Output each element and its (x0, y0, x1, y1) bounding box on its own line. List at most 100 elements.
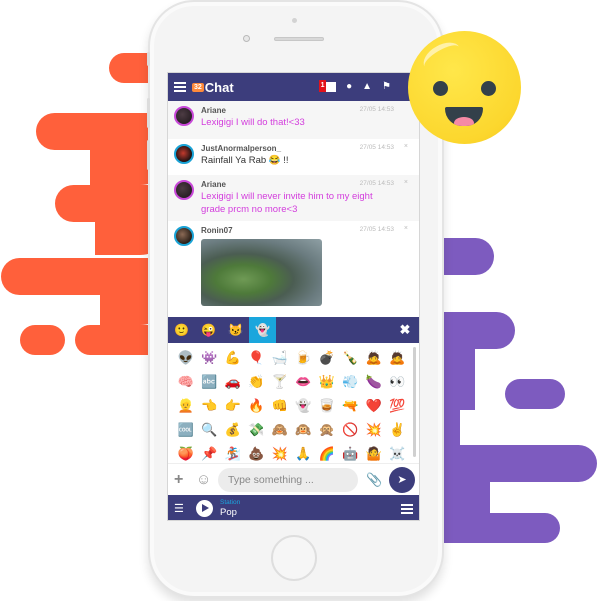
emoji-tab-smileys[interactable]: 🙂 (168, 317, 195, 343)
emoji-item[interactable]: 💰 (221, 419, 245, 441)
emoji-item[interactable]: 🍸 (268, 371, 292, 393)
emoji-item[interactable]: 🎈 (245, 347, 269, 369)
emoji-item[interactable]: 🚫 (339, 419, 363, 441)
emoji-item[interactable]: 💣 (315, 347, 339, 369)
emoji-item[interactable]: 🍺 (292, 347, 316, 369)
user-icon[interactable]: ● (346, 82, 352, 92)
emoji-item[interactable]: 🏂 (221, 443, 245, 465)
emoji-item[interactable]: 🆒 (174, 419, 198, 441)
emoji-item[interactable]: 👻 (292, 395, 316, 417)
purple-blob (505, 379, 565, 409)
top-bar: 32 Chat 1 ● ▲ ⚑ (168, 73, 419, 101)
message-item: Ariane Lexigigi I will do that!<33 27/05… (168, 101, 419, 139)
equalizer-icon[interactable]: ☰ (174, 502, 188, 515)
avatar[interactable] (174, 144, 194, 164)
smiley-face-icon (408, 31, 521, 144)
emoji-item[interactable]: 👊 (268, 395, 292, 417)
side-button (147, 52, 150, 66)
avatar[interactable] (174, 106, 194, 126)
emoji-item[interactable]: 👀 (386, 371, 410, 393)
emoji-item[interactable]: 💨 (339, 371, 363, 393)
emoji-item[interactable]: 👾 (198, 347, 222, 369)
emoji-item[interactable]: 🙇 (362, 347, 386, 369)
emoji-item[interactable]: 👈 (198, 395, 222, 417)
attach-icon[interactable]: 📎 (366, 472, 382, 488)
emoji-item[interactable]: 🍾 (339, 347, 363, 369)
emoji-item[interactable]: 👽 (174, 347, 198, 369)
emoji-scrollbar[interactable] (413, 347, 416, 457)
message-time: 27/05 14:53 (359, 180, 394, 187)
emoji-item[interactable]: 🚗 (221, 371, 245, 393)
station-name: Pop (220, 507, 237, 518)
menu-icon[interactable] (174, 82, 186, 92)
emoji-item[interactable]: 🍑 (174, 443, 198, 465)
emoji-item[interactable]: 💸 (245, 419, 269, 441)
home-button[interactable] (271, 535, 317, 581)
send-button[interactable]: ➤ (389, 466, 415, 493)
emoji-item[interactable]: 👉 (221, 395, 245, 417)
station-info: Station Pop (220, 499, 240, 518)
delete-message-icon[interactable]: × (404, 179, 408, 186)
emoji-item[interactable]: 🙉 (292, 419, 316, 441)
delete-message-icon[interactable]: × (404, 225, 408, 232)
message-input[interactable] (218, 467, 358, 492)
emoji-item[interactable]: 🙏 (292, 443, 316, 465)
emoji-item[interactable]: 🧠 (174, 371, 198, 393)
emoji-item[interactable]: 💯 (386, 395, 410, 417)
close-emoji-panel-icon[interactable]: ✖ (391, 317, 419, 343)
message-time: 27/05 14:53 (359, 106, 394, 113)
emoji-item[interactable]: 💥 (268, 443, 292, 465)
emoji-item[interactable]: ☠️ (386, 443, 410, 465)
gif-image[interactable] (201, 239, 322, 306)
emoji-item[interactable]: 🙇 (386, 347, 410, 369)
player-menu-icon[interactable] (401, 503, 413, 514)
chat-screen: 32 Chat 1 ● ▲ ⚑ Ariane Lexigigi I will d… (167, 72, 420, 521)
emoji-item[interactable]: 🤷 (362, 443, 386, 465)
emoji-item[interactable]: 🛁 (268, 347, 292, 369)
smiley-tongue (454, 117, 474, 126)
emoji-item[interactable]: 🙊 (315, 419, 339, 441)
message-item: Ariane Lexigigi I will never invite him … (168, 175, 419, 221)
mail-icon[interactable]: 1 (319, 80, 337, 92)
smiley-mouth (445, 107, 483, 126)
emoji-item[interactable]: 🙈 (268, 419, 292, 441)
emoji-item[interactable]: 👏 (245, 371, 269, 393)
emoji-button-icon[interactable]: ☺ (196, 471, 212, 488)
avatar[interactable] (174, 226, 194, 246)
emoji-item[interactable]: 🔥 (245, 395, 269, 417)
emoji-item[interactable]: 👱 (174, 395, 198, 417)
emoji-item[interactable]: 👄 (292, 371, 316, 393)
emoji-item[interactable]: 👑 (315, 371, 339, 393)
composer: + ☺ 📎 ➤ (168, 463, 419, 495)
proximity-sensor (292, 18, 297, 23)
emoji-item[interactable]: 💪 (221, 347, 245, 369)
emoji-item[interactable]: 🔤 (198, 371, 222, 393)
emoji-tab-misc[interactable]: 👻 (249, 317, 276, 343)
emoji-item[interactable]: 🔫 (339, 395, 363, 417)
app-title: Chat (204, 79, 234, 95)
emoji-item[interactable]: ❤️ (362, 395, 386, 417)
emoji-item[interactable]: 💩 (245, 443, 269, 465)
emoji-item[interactable]: 🍆 (362, 371, 386, 393)
emoji-tab-cats[interactable]: 😼 (222, 317, 249, 343)
emoji-item[interactable]: ✌️ (386, 419, 410, 441)
delete-message-icon[interactable]: × (404, 143, 408, 150)
emoji-item[interactable]: 🥃 (315, 395, 339, 417)
side-button (147, 98, 150, 128)
flag-icon[interactable]: ⚑ (382, 82, 391, 92)
emoji-item[interactable]: 🤖 (339, 443, 363, 465)
emoji-item[interactable]: 📌 (198, 443, 222, 465)
play-button[interactable] (196, 500, 213, 517)
add-icon[interactable]: + (174, 471, 190, 489)
emoji-item[interactable]: 🔍 (198, 419, 222, 441)
app-logo[interactable]: 32 Chat (192, 80, 234, 95)
send-icon: ➤ (397, 474, 407, 486)
message-text: Lexigigi I will never invite him to my e… (201, 191, 373, 215)
logo-badge: 32 (192, 82, 204, 92)
bell-icon[interactable]: ▲ (362, 82, 372, 92)
avatar[interactable] (174, 180, 194, 200)
emoji-item[interactable]: 🌈 (315, 443, 339, 465)
emoji-item[interactable]: 💥 (362, 419, 386, 441)
emoji-tab-faces[interactable]: 😜 (195, 317, 222, 343)
message-item: JustAnormalperson_ Rainfall Ya Rab 😂 !! … (168, 139, 419, 175)
